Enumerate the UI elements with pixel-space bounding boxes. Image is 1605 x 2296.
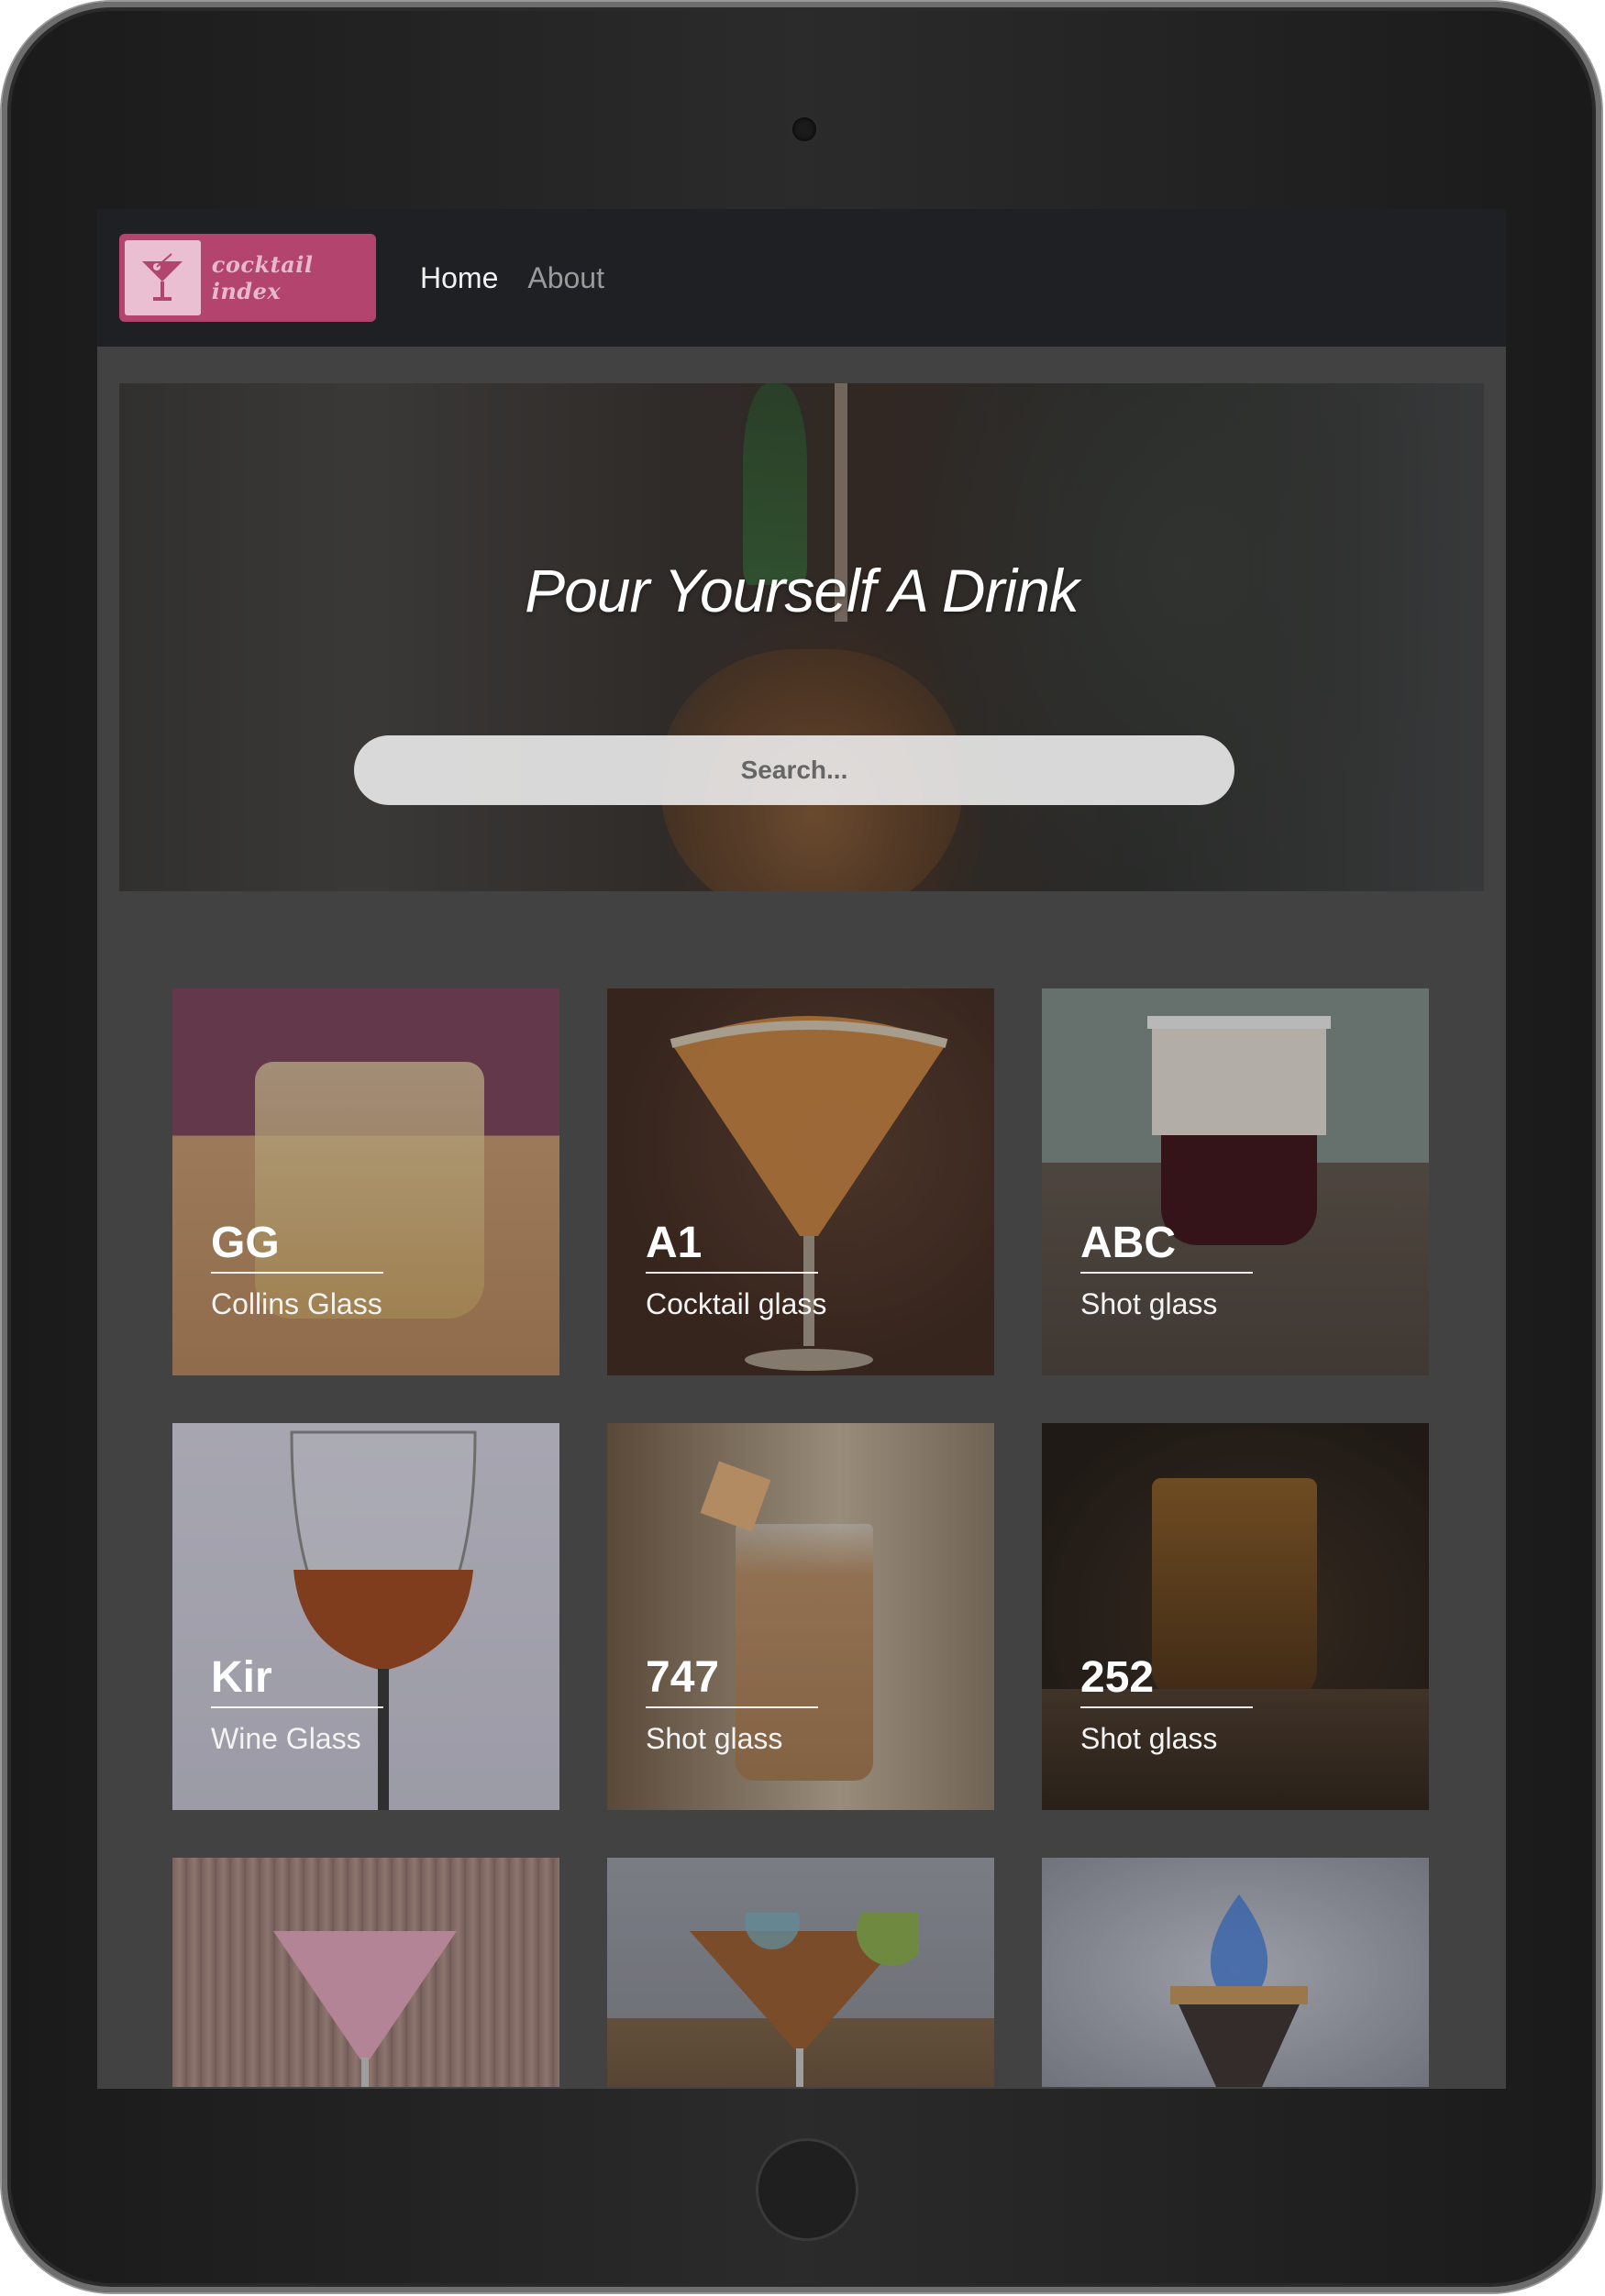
card-subtitle: Wine Glass [211,1722,361,1755]
card-subtitle: Collins Glass [211,1287,382,1320]
hero-title: Pour Yourself A Drink [525,557,1079,624]
hero-banner: Pour Yourself A Drink [119,383,1484,891]
card-title: GG [211,1218,383,1274]
tablet-frame: cocktail index Home About Pour Yourself … [2,2,1601,2292]
cocktail-card-252[interactable]: 252 Shot glass [1042,1423,1429,1810]
cocktail-card-kir[interactable]: Kir Wine Glass [172,1423,559,1810]
card-title: A1 [646,1218,818,1274]
cocktail-card-a1[interactable]: A1 Cocktail glass [607,988,994,1375]
hero-overlay [119,383,1484,891]
app-screen: cocktail index Home About Pour Yourself … [97,209,1506,2089]
nav-home-link[interactable]: Home [420,261,498,295]
camera-icon [792,117,816,141]
logo[interactable]: cocktail index [119,234,376,322]
cocktail-card-gg[interactable]: GG Collins Glass [172,988,559,1375]
home-button[interactable] [756,2138,858,2241]
cocktail-grid: GG Collins Glass A1 Cocktail glass ABC S… [172,988,1429,2087]
cocktail-card-abc[interactable]: ABC Shot glass [1042,988,1429,1375]
cocktail-card-747[interactable]: 747 Shot glass [607,1423,994,1810]
card-subtitle: Shot glass [1080,1287,1218,1320]
card-subtitle: Shot glass [646,1722,783,1755]
card-title: 747 [646,1652,818,1708]
nav-about-link[interactable]: About [527,261,604,295]
card-title: 252 [1080,1652,1253,1708]
search-input[interactable] [354,735,1234,805]
card-title: ABC [1080,1218,1253,1274]
card-subtitle: Cocktail glass [646,1287,827,1320]
cocktail-card-partial-3[interactable] [1042,1858,1429,2087]
cocktail-card-partial-1[interactable] [172,1858,559,2087]
martini-icon [125,240,201,315]
logo-text: cocktail index [211,251,314,304]
card-title: Kir [211,1652,383,1708]
navbar: cocktail index Home About [97,209,1506,347]
card-subtitle: Shot glass [1080,1722,1218,1755]
cocktail-card-partial-2[interactable] [607,1858,994,2087]
